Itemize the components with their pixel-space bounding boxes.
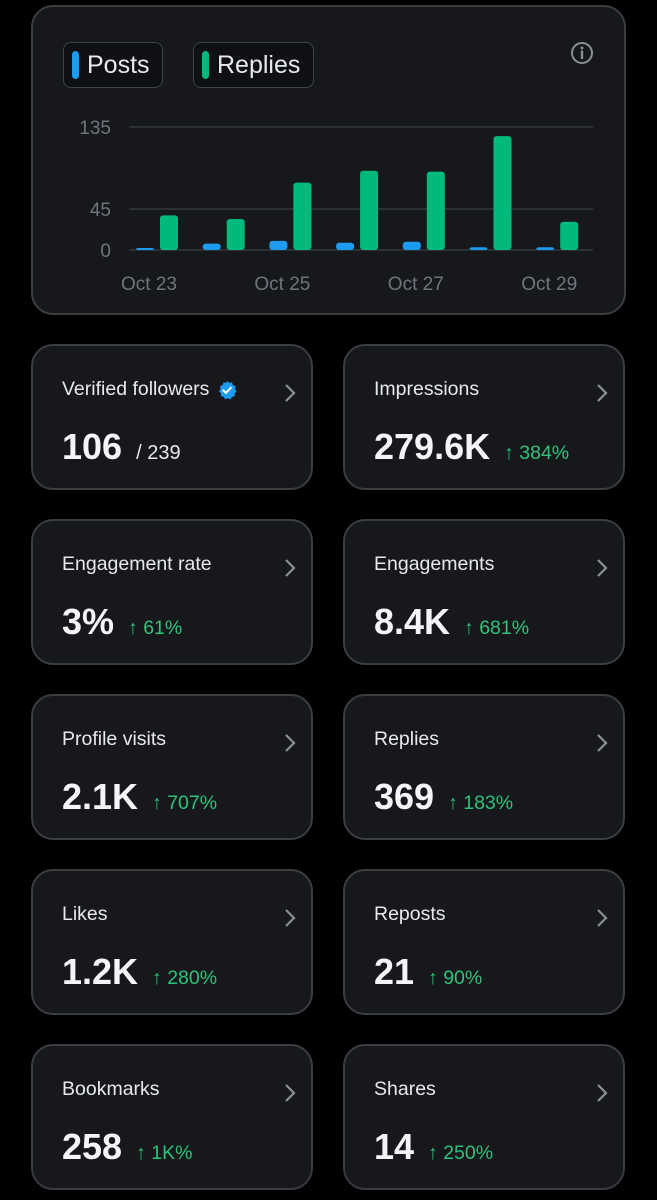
chevron-right-icon <box>597 559 608 577</box>
bar-posts-6 <box>536 247 555 250</box>
metric-card-reposts[interactable]: Reposts 21 ↑ 90% <box>343 869 625 1015</box>
metric-change: ↑ 90% <box>428 967 483 989</box>
x-tick-label: Oct 23 <box>121 274 177 295</box>
bar-replies-0 <box>160 215 178 250</box>
metric-value: 8.4K <box>374 601 451 642</box>
bar-posts-3 <box>336 242 355 250</box>
metric-value-row: 14 ↑ 250% <box>374 1126 493 1168</box>
metric-card-bookmarks[interactable]: Bookmarks 258 ↑ 1K% <box>31 1044 313 1190</box>
metric-title: Verified followers <box>62 378 238 401</box>
metric-change: ↑ 681% <box>464 617 530 639</box>
metric-value: 21 <box>374 951 415 992</box>
chevron-right-icon <box>597 909 608 927</box>
x-tick-label: Oct 29 <box>521 274 577 295</box>
chart-card: Posts Replies 0 45 135 Oct 23 Oct 25 Oct 27 Oc… <box>31 5 626 315</box>
metric-subvalue: / 239 <box>136 442 181 464</box>
metric-value: 279.6K <box>374 426 491 467</box>
y-tick-label: 0 <box>100 241 111 262</box>
verified-badge-icon <box>219 380 238 399</box>
bar-replies-4 <box>426 171 445 250</box>
metric-title: Engagements <box>374 553 495 575</box>
bar-replies-1 <box>226 219 245 250</box>
metric-value-row: 279.6K ↑ 384% <box>374 426 569 468</box>
metric-change: ↑ 384% <box>504 442 570 464</box>
bar-replies-5 <box>493 136 512 250</box>
metric-value-row: 1.2K ↑ 280% <box>62 951 217 993</box>
metric-change: ↑ 280% <box>152 967 218 989</box>
chevron-right-icon <box>285 909 296 927</box>
metric-card-verified-followers[interactable]: Verified followers 106 / 239 <box>31 344 313 490</box>
chevron-right-icon <box>597 734 608 752</box>
metric-change: ↑ 61% <box>128 617 183 639</box>
metric-value-row: 2.1K ↑ 707% <box>62 776 217 818</box>
metric-change: ↑ 183% <box>448 792 514 814</box>
metric-change: ↑ 1K% <box>136 1142 193 1164</box>
bar-replies-2 <box>293 182 312 250</box>
metric-card-engagements[interactable]: Engagements 8.4K ↑ 681% <box>343 519 625 665</box>
metric-value-row: 8.4K ↑ 681% <box>374 601 529 643</box>
bar-posts-4 <box>402 241 421 250</box>
y-tick-label: 45 <box>90 200 111 221</box>
chevron-right-icon <box>285 734 296 752</box>
metric-card-likes[interactable]: Likes 1.2K ↑ 280% <box>31 869 313 1015</box>
metric-value: 14 <box>374 1126 415 1167</box>
metric-value: 369 <box>374 776 435 817</box>
bar-posts-2 <box>269 240 288 250</box>
metric-value-row: 369 ↑ 183% <box>374 776 513 818</box>
metric-change: ↑ 707% <box>152 792 218 814</box>
chevron-right-icon <box>597 1084 608 1102</box>
metric-value: 2.1K <box>62 776 139 817</box>
bar-posts-1 <box>202 243 221 250</box>
metric-title: Shares <box>374 1078 436 1100</box>
x-tick-label: Oct 27 <box>388 274 444 295</box>
bar-replies-6 <box>560 221 579 250</box>
metric-value-row: 106 / 239 <box>62 426 181 468</box>
metric-title: Bookmarks <box>62 1078 160 1100</box>
metric-card-profile-visits[interactable]: Profile visits 2.1K ↑ 707% <box>31 694 313 840</box>
metric-card-replies[interactable]: Replies 369 ↑ 183% <box>343 694 625 840</box>
chevron-right-icon <box>285 384 296 402</box>
metric-card-engagement-rate[interactable]: Engagement rate 3% ↑ 61% <box>31 519 313 665</box>
x-tick-label: Oct 25 <box>254 274 310 295</box>
metric-title-text: Verified followers <box>62 378 210 400</box>
metric-value-row: 21 ↑ 90% <box>374 951 482 993</box>
metric-value-row: 258 ↑ 1K% <box>62 1126 192 1168</box>
chevron-right-icon <box>285 1084 296 1102</box>
metric-value-row: 3% ↑ 61% <box>62 601 182 643</box>
metric-value: 106 <box>62 426 123 467</box>
metric-change: ↑ 250% <box>428 1142 494 1164</box>
metric-title: Reposts <box>374 903 446 925</box>
metric-card-shares[interactable]: Shares 14 ↑ 250% <box>343 1044 625 1190</box>
metric-title: Profile visits <box>62 728 167 750</box>
bar-posts-0 <box>136 248 154 250</box>
y-tick-label: 135 <box>79 118 111 139</box>
metric-value: 1.2K <box>62 951 139 992</box>
bar-chart: 0 45 135 Oct 23 Oct 25 Oct 27 Oct 29 <box>79 118 593 295</box>
metric-value: 258 <box>62 1126 123 1167</box>
chevron-right-icon <box>597 384 608 402</box>
metric-title: Engagement rate <box>62 553 212 575</box>
metric-card-impressions[interactable]: Impressions 279.6K ↑ 384% <box>343 344 625 490</box>
bar-posts-5 <box>469 247 488 250</box>
metric-title: Impressions <box>374 378 480 400</box>
metric-title: Likes <box>62 903 108 925</box>
metric-title: Replies <box>374 728 440 750</box>
chevron-right-icon <box>285 559 296 577</box>
bar-replies-3 <box>360 170 379 250</box>
metric-value: 3% <box>62 601 115 642</box>
